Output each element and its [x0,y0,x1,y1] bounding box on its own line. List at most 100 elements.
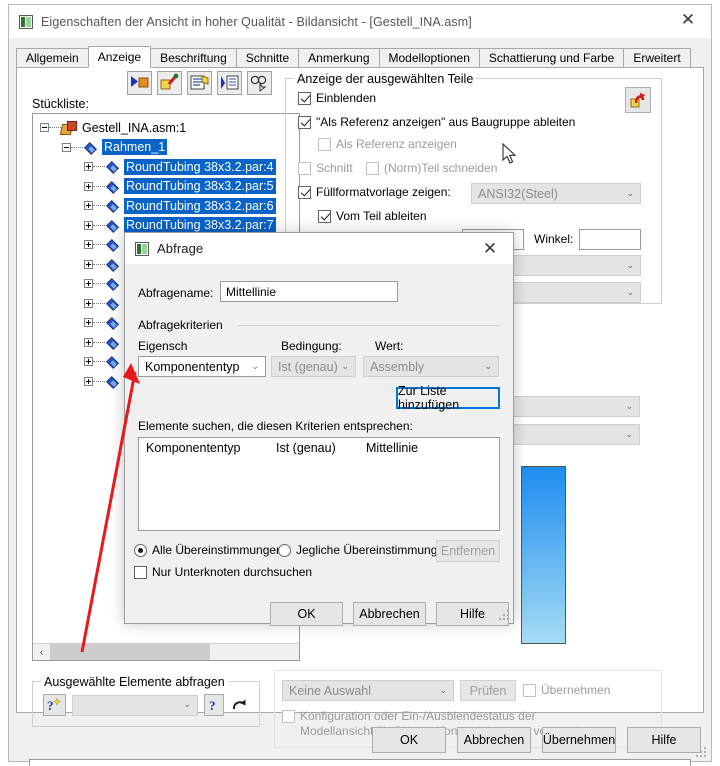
nur-unterknoten-checkbox[interactable]: Nur Unterknoten durchsuchen [134,565,312,579]
criteria-value: Mittellinie [366,441,419,455]
tab-modelloptionen[interactable]: Modelloptionen [378,48,480,68]
tab-schattierung-und-farbe[interactable]: Schattierung und Farbe [478,48,625,68]
window-titlebar: Eigenschaften der Ansicht in hoher Quali… [9,5,711,38]
expand-icon[interactable] [84,201,93,211]
redo-arrow-icon[interactable] [230,694,250,716]
wert-combo[interactable]: Assembly ⌄ [363,356,499,377]
expand-icon[interactable] [84,240,93,250]
abfragename-input[interactable]: Mittellinie [220,281,398,302]
part-icon [105,199,120,212]
edit-properties-icon[interactable] [187,71,212,95]
tree-connector [93,166,105,168]
close-icon[interactable]: ✕ [467,233,513,264]
ok-button[interactable]: OK [372,727,446,753]
collapse-icon[interactable] [40,123,49,133]
scroll-left-icon[interactable]: ‹ [33,644,50,660]
abfrage-ok-button[interactable]: OK [270,602,343,626]
reset-display-icon[interactable] [625,87,651,113]
zur-liste-hinzufuegen-label: Zur Liste hinzufügen [398,384,460,412]
abfrage-cancel-button[interactable]: Abbrechen [353,602,426,626]
show-hide-icon[interactable] [127,71,152,95]
stueckliste-label: Stückliste: [32,97,89,111]
expand-icon[interactable] [84,279,93,289]
help-button[interactable]: Hilfe [627,727,701,753]
referenz-ableiten-checkbox[interactable]: "Als Referenz anzeigen" aus Baugruppe ab… [298,115,575,129]
assembly-icon [61,121,77,134]
part-icon [105,355,120,368]
tree-connector [93,185,105,187]
part-icon [105,180,120,193]
part-icon [105,258,120,271]
svg-text:?: ? [209,698,216,713]
eigenschaft-combo[interactable]: Komponententyp ⌄ [138,356,266,377]
fuellformatvorlage-checkbox[interactable]: Füllformatvorlage zeigen: [298,185,451,199]
expand-icon[interactable] [84,162,93,172]
query-wizard-icon[interactable]: ? [43,694,66,716]
tab-anzeige[interactable]: Anzeige [87,46,152,68]
bottom-text-field[interactable] [29,759,691,766]
abfrage-button-bar: OK Abbrechen Hilfe [270,602,509,626]
collapse-icon[interactable] [62,142,71,152]
zur-liste-hinzufuegen-button[interactable]: Zur Liste hinzufügen [396,384,500,412]
abfrage-resize-grip[interactable] [499,610,511,622]
tab-allgemein[interactable]: Allgemein [16,48,89,68]
tab-beschriftung[interactable]: Beschriftung [150,48,237,68]
fuellformatvorlage-combo[interactable]: ANSI32(Steel) ⌄ [471,183,641,204]
inspect-icon[interactable] [247,71,272,95]
apply-button[interactable]: Übernehmen [542,727,616,753]
tab-anmerkung[interactable]: Anmerkung [298,48,380,68]
tab-label: Allgemein [26,51,79,65]
footer-button-bar: OK Abbrechen Übernehmen Hilfe [372,727,701,753]
tab-schnitte[interactable]: Schnitte [235,48,300,68]
window-title: Eigenschaften der Ansicht in hoher Quali… [41,14,472,29]
query-combo[interactable]: ⌄ [72,694,198,716]
radio-dot [134,543,147,557]
part-icon [105,219,120,232]
alle-uebereinstimmungen-radio[interactable]: Alle Übereinstimmungen [134,543,283,557]
checkbox-box [318,137,331,151]
tree-row[interactable]: Gestell_INA.asm:1 [40,118,299,138]
app-icon [135,241,149,256]
entfernen-label: Entfernen [440,544,496,558]
tree-row[interactable]: RoundTubing 38x3.2.par:6 [40,196,299,216]
expand-icon[interactable] [84,220,93,230]
part-icon [105,238,120,251]
part-icon [105,277,120,290]
vom-teil-ableiten-label: Vom Teil ableiten [336,209,427,223]
scrollbar-thumb[interactable] [50,644,210,660]
part-icon [105,160,120,173]
tree-row[interactable]: Rahmen_1 [40,138,299,158]
help-label: Hilfe [651,733,677,747]
elemente-suchen-label: Elemente suchen, die diesen Kriterien en… [138,419,413,433]
tree-connector [93,283,105,285]
tab-erweitert[interactable]: Erweitert [623,48,691,68]
alle-uebereinstimmungen-label: Alle Übereinstimmungen [152,543,283,557]
vom-teil-ableiten-checkbox[interactable]: Vom Teil ableiten [318,209,427,223]
expand-icon[interactable] [84,318,93,328]
tree-row[interactable]: RoundTubing 38x3.2.par:5 [40,177,299,197]
checkbox-box [134,565,147,579]
expand-icon[interactable] [84,259,93,269]
expand-icon[interactable] [84,376,93,386]
cancel-button[interactable]: Abbrechen [457,727,531,753]
expand-icon[interactable] [84,357,93,367]
close-icon[interactable]: ✕ [665,5,711,35]
abfragekriterien-label: Abfragekriterien [138,318,223,332]
apply-label: Übernehmen [542,733,616,747]
expand-icon[interactable] [84,298,93,308]
einblenden-label: Einblenden [316,91,377,105]
winkel-input[interactable] [579,229,641,250]
tree-horizontal-scrollbar[interactable]: ‹ [33,643,299,660]
bedingung-combo[interactable]: Ist (genau) ⌄ [271,356,356,377]
paint-icon[interactable] [157,71,182,95]
einblenden-checkbox[interactable]: Einblenden [298,91,376,105]
query-help-icon[interactable]: ? [204,694,224,716]
resize-grip[interactable] [696,747,708,759]
list-icon[interactable] [217,71,242,95]
expand-icon[interactable] [84,337,93,347]
expand-icon[interactable] [84,181,93,191]
criteria-listbox[interactable]: Komponententyp Ist (genau) Mittellinie [138,437,500,531]
table-row[interactable]: Komponententyp Ist (genau) Mittellinie [139,438,499,455]
jegliche-uebereinstimmungen-radio[interactable]: Jegliche Übereinstimmungen [278,543,451,557]
tree-row[interactable]: RoundTubing 38x3.2.par:4 [40,157,299,177]
